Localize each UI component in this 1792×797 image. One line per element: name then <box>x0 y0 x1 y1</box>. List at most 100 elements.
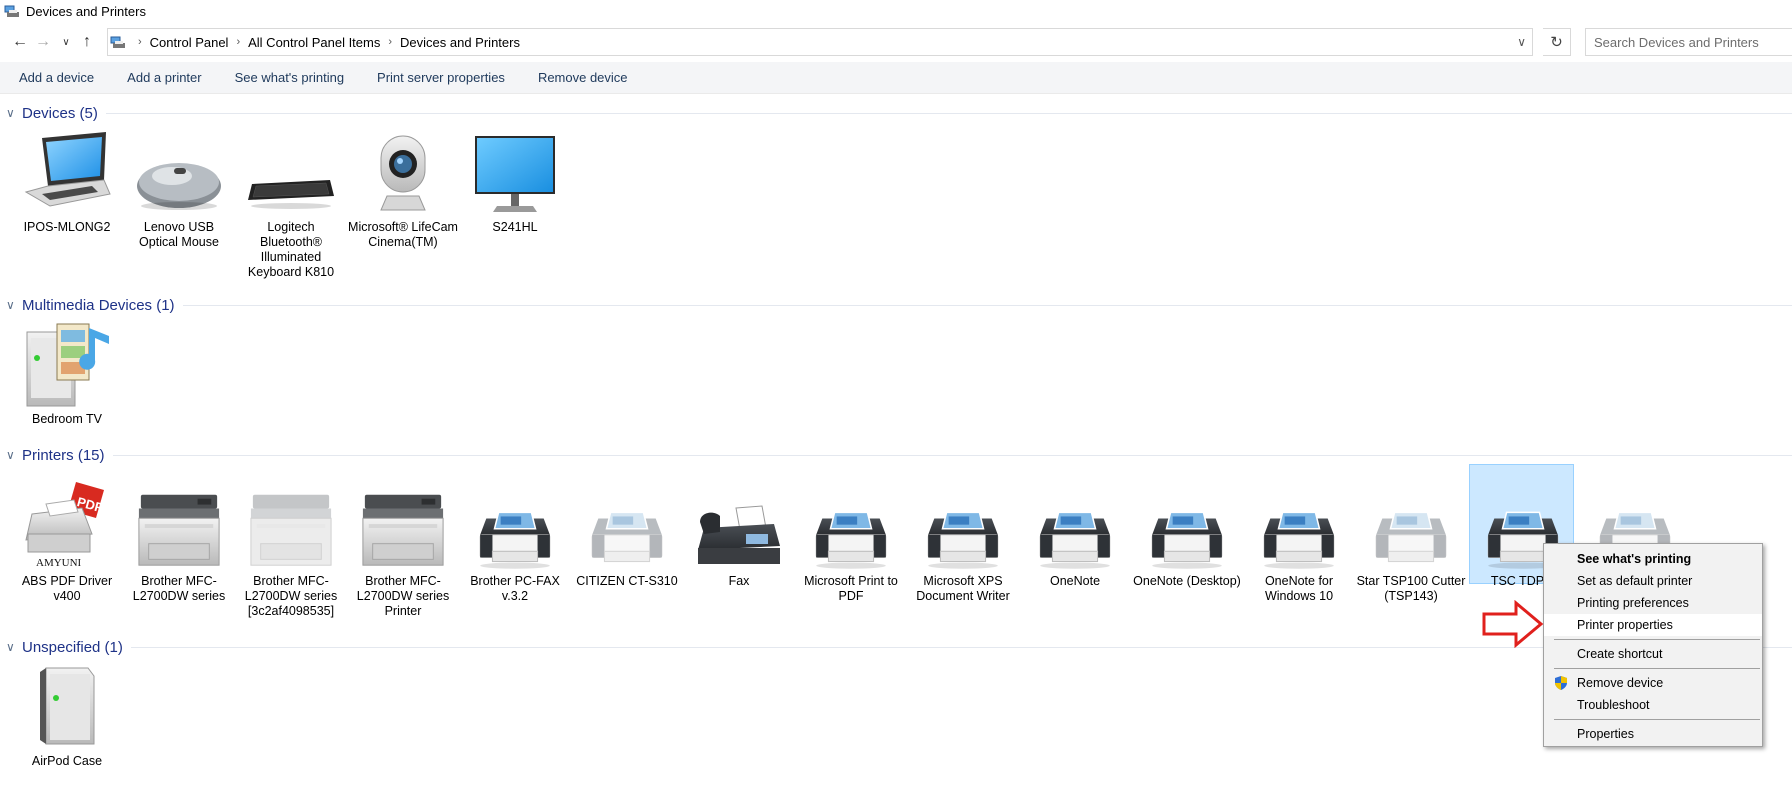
add-printer-button[interactable]: Add a printer <box>108 70 215 85</box>
menu-item-see-whats-printing[interactable]: See what's printing <box>1544 548 1762 570</box>
printer-icon <box>803 478 899 570</box>
print-server-properties-button[interactable]: Print server properties <box>358 70 519 85</box>
device-label: Bedroom TV <box>32 412 102 426</box>
menu-item-printing-preferences[interactable]: Printing preferences <box>1544 592 1762 614</box>
laptop-icon <box>19 124 115 216</box>
breadcrumb-separator-icon[interactable]: › <box>236 36 240 48</box>
printer-label: Brother PC-FAX v.3.2 <box>470 574 560 603</box>
printer-icon <box>915 478 1011 570</box>
device-item[interactable]: Lenovo USB Optical Mouse <box>124 124 234 250</box>
printer-label: Fax <box>728 574 750 588</box>
menu-item-label: Remove device <box>1577 676 1664 690</box>
printer-label: ABS PDF Driver v400 <box>21 574 113 603</box>
breadcrumb-devices-printers[interactable]: Devices and Printers <box>400 35 520 50</box>
address-dropdown-chevron-icon[interactable]: ∨ <box>1517 35 1526 49</box>
navigation-bar: ← → ∨ ↑ › Control Panel › All Control Pa… <box>0 26 1792 58</box>
collapse-chevron-icon[interactable]: ∨ <box>6 640 20 654</box>
menu-item-properties[interactable]: Properties <box>1544 723 1762 745</box>
device-item[interactable]: Logitech Bluetooth® Illuminated Keyboard… <box>236 124 346 280</box>
printer-label: OneNote (Desktop) <box>1133 574 1241 588</box>
breadcrumb-all-items[interactable]: All Control Panel Items <box>248 35 380 50</box>
breadcrumb-separator-icon[interactable]: › <box>138 36 142 48</box>
group-divider <box>105 112 1792 114</box>
see-whats-printing-button[interactable]: See what's printing <box>216 70 358 85</box>
webcam-icon <box>355 124 451 216</box>
menu-separator <box>1554 668 1760 669</box>
printer-item[interactable]: Brother PC-FAX v.3.2 <box>460 478 570 604</box>
menu-item-remove-device[interactable]: Remove device <box>1544 672 1762 694</box>
device-item[interactable]: S241HL <box>460 124 570 235</box>
window-title: Devices and Printers <box>26 3 146 19</box>
printer-icon <box>1027 478 1123 570</box>
device-label: S241HL <box>492 220 538 234</box>
device-label: AirPod Case <box>31 754 103 768</box>
device-item[interactable]: Bedroom TV <box>12 316 122 427</box>
mfp-printer-icon <box>243 478 339 570</box>
printer-label: Microsoft Print to PDF <box>804 574 898 603</box>
address-bar[interactable]: › Control Panel › All Control Panel Item… <box>107 28 1533 56</box>
printer-item[interactable]: OneNote <box>1020 478 1130 589</box>
printer-item[interactable]: Microsoft XPS Document Writer <box>908 478 1018 604</box>
printer-icon <box>1363 478 1459 570</box>
collapse-chevron-icon[interactable]: ∨ <box>6 448 20 462</box>
devices-group-header[interactable]: ∨ Devices (5) <box>0 102 1792 124</box>
group-title: Unspecified (1) <box>22 638 123 656</box>
collapse-chevron-icon[interactable]: ∨ <box>6 298 20 312</box>
printer-item[interactable]: Fax <box>684 478 794 589</box>
printer-item[interactable]: Brother MFC-L2700DW series <box>124 478 234 604</box>
menu-item-create-shortcut[interactable]: Create shortcut <box>1544 643 1762 665</box>
forward-arrow-icon[interactable]: → <box>34 33 52 51</box>
mouse-icon <box>131 124 227 216</box>
printer-item[interactable]: Brother MFC-L2700DW series Printer <box>348 478 458 619</box>
device-label: Lenovo USB Optical Mouse <box>139 220 219 249</box>
printer-icon <box>1139 478 1235 570</box>
device-label: Microsoft® LifeCam Cinema(TM) <box>348 220 458 249</box>
printer-label: Brother MFC-L2700DW series <box>132 574 226 603</box>
device-label: IPOS-MLONG2 <box>23 220 111 234</box>
printers-group-header[interactable]: ∨ Printers (15) <box>0 444 1792 466</box>
device-item[interactable]: Microsoft® LifeCam Cinema(TM) <box>348 124 458 250</box>
printer-label: Brother MFC-L2700DW series [3c2af4098535… <box>244 574 338 618</box>
multimedia-group-header[interactable]: ∨ Multimedia Devices (1) <box>0 294 1792 316</box>
breadcrumb-control-panel[interactable]: Control Panel <box>150 35 229 50</box>
printer-icon <box>1251 478 1347 570</box>
search-input[interactable] <box>1594 34 1792 50</box>
menu-item-troubleshoot[interactable]: Troubleshoot <box>1544 694 1762 716</box>
search-box[interactable] <box>1585 28 1792 56</box>
up-arrow-icon[interactable]: ↑ <box>78 33 96 51</box>
device-item[interactable]: AirPod Case <box>12 658 122 769</box>
monitor-icon <box>467 124 563 216</box>
printer-item[interactable]: Microsoft Print to PDF <box>796 478 906 604</box>
printer-label: CITIZEN CT-S310 <box>576 574 678 588</box>
group-divider <box>182 304 1792 306</box>
printer-item[interactable]: PDF AMYUNI ABS PDF Driver v400 <box>12 478 122 604</box>
printer-item[interactable]: Brother MFC-L2700DW series [3c2af4098535… <box>236 478 346 619</box>
menu-separator <box>1554 719 1760 720</box>
recent-locations-chevron-icon[interactable]: ∨ <box>57 33 75 51</box>
printer-label: OneNote for Windows 10 <box>1264 574 1334 603</box>
collapse-chevron-icon[interactable]: ∨ <box>6 106 20 120</box>
printer-icon <box>467 478 563 570</box>
menu-item-set-default-printer[interactable]: Set as default printer <box>1544 570 1762 592</box>
generic-device-icon <box>19 658 115 750</box>
printer-item[interactable]: OneNote for Windows 10 <box>1244 478 1354 604</box>
back-arrow-icon[interactable]: ← <box>11 33 29 51</box>
refresh-icon[interactable]: ↻ <box>1543 28 1571 56</box>
device-label: Logitech Bluetooth® Illuminated Keyboard… <box>247 220 335 279</box>
group-title: Printers (15) <box>22 446 105 464</box>
printer-item[interactable]: OneNote (Desktop) <box>1132 478 1242 589</box>
title-bar: Devices and Printers <box>0 0 1792 22</box>
add-device-button[interactable]: Add a device <box>0 70 108 85</box>
group-title: Multimedia Devices (1) <box>22 296 175 314</box>
device-item[interactable]: IPOS-MLONG2 <box>12 124 122 235</box>
printer-item[interactable]: Star TSP100 Cutter (TSP143) <box>1356 478 1466 604</box>
mfp-printer-icon <box>355 478 451 570</box>
menu-item-printer-properties[interactable]: Printer properties <box>1544 614 1762 636</box>
command-bar: Add a device Add a printer See what's pr… <box>0 62 1792 94</box>
context-menu: See what's printing Set as default print… <box>1543 543 1763 747</box>
remove-device-button[interactable]: Remove device <box>519 70 642 85</box>
fax-icon <box>691 478 787 570</box>
printer-item[interactable]: CITIZEN CT-S310 <box>572 478 682 589</box>
group-divider <box>112 454 1792 456</box>
breadcrumb-separator-icon[interactable]: › <box>388 36 392 48</box>
